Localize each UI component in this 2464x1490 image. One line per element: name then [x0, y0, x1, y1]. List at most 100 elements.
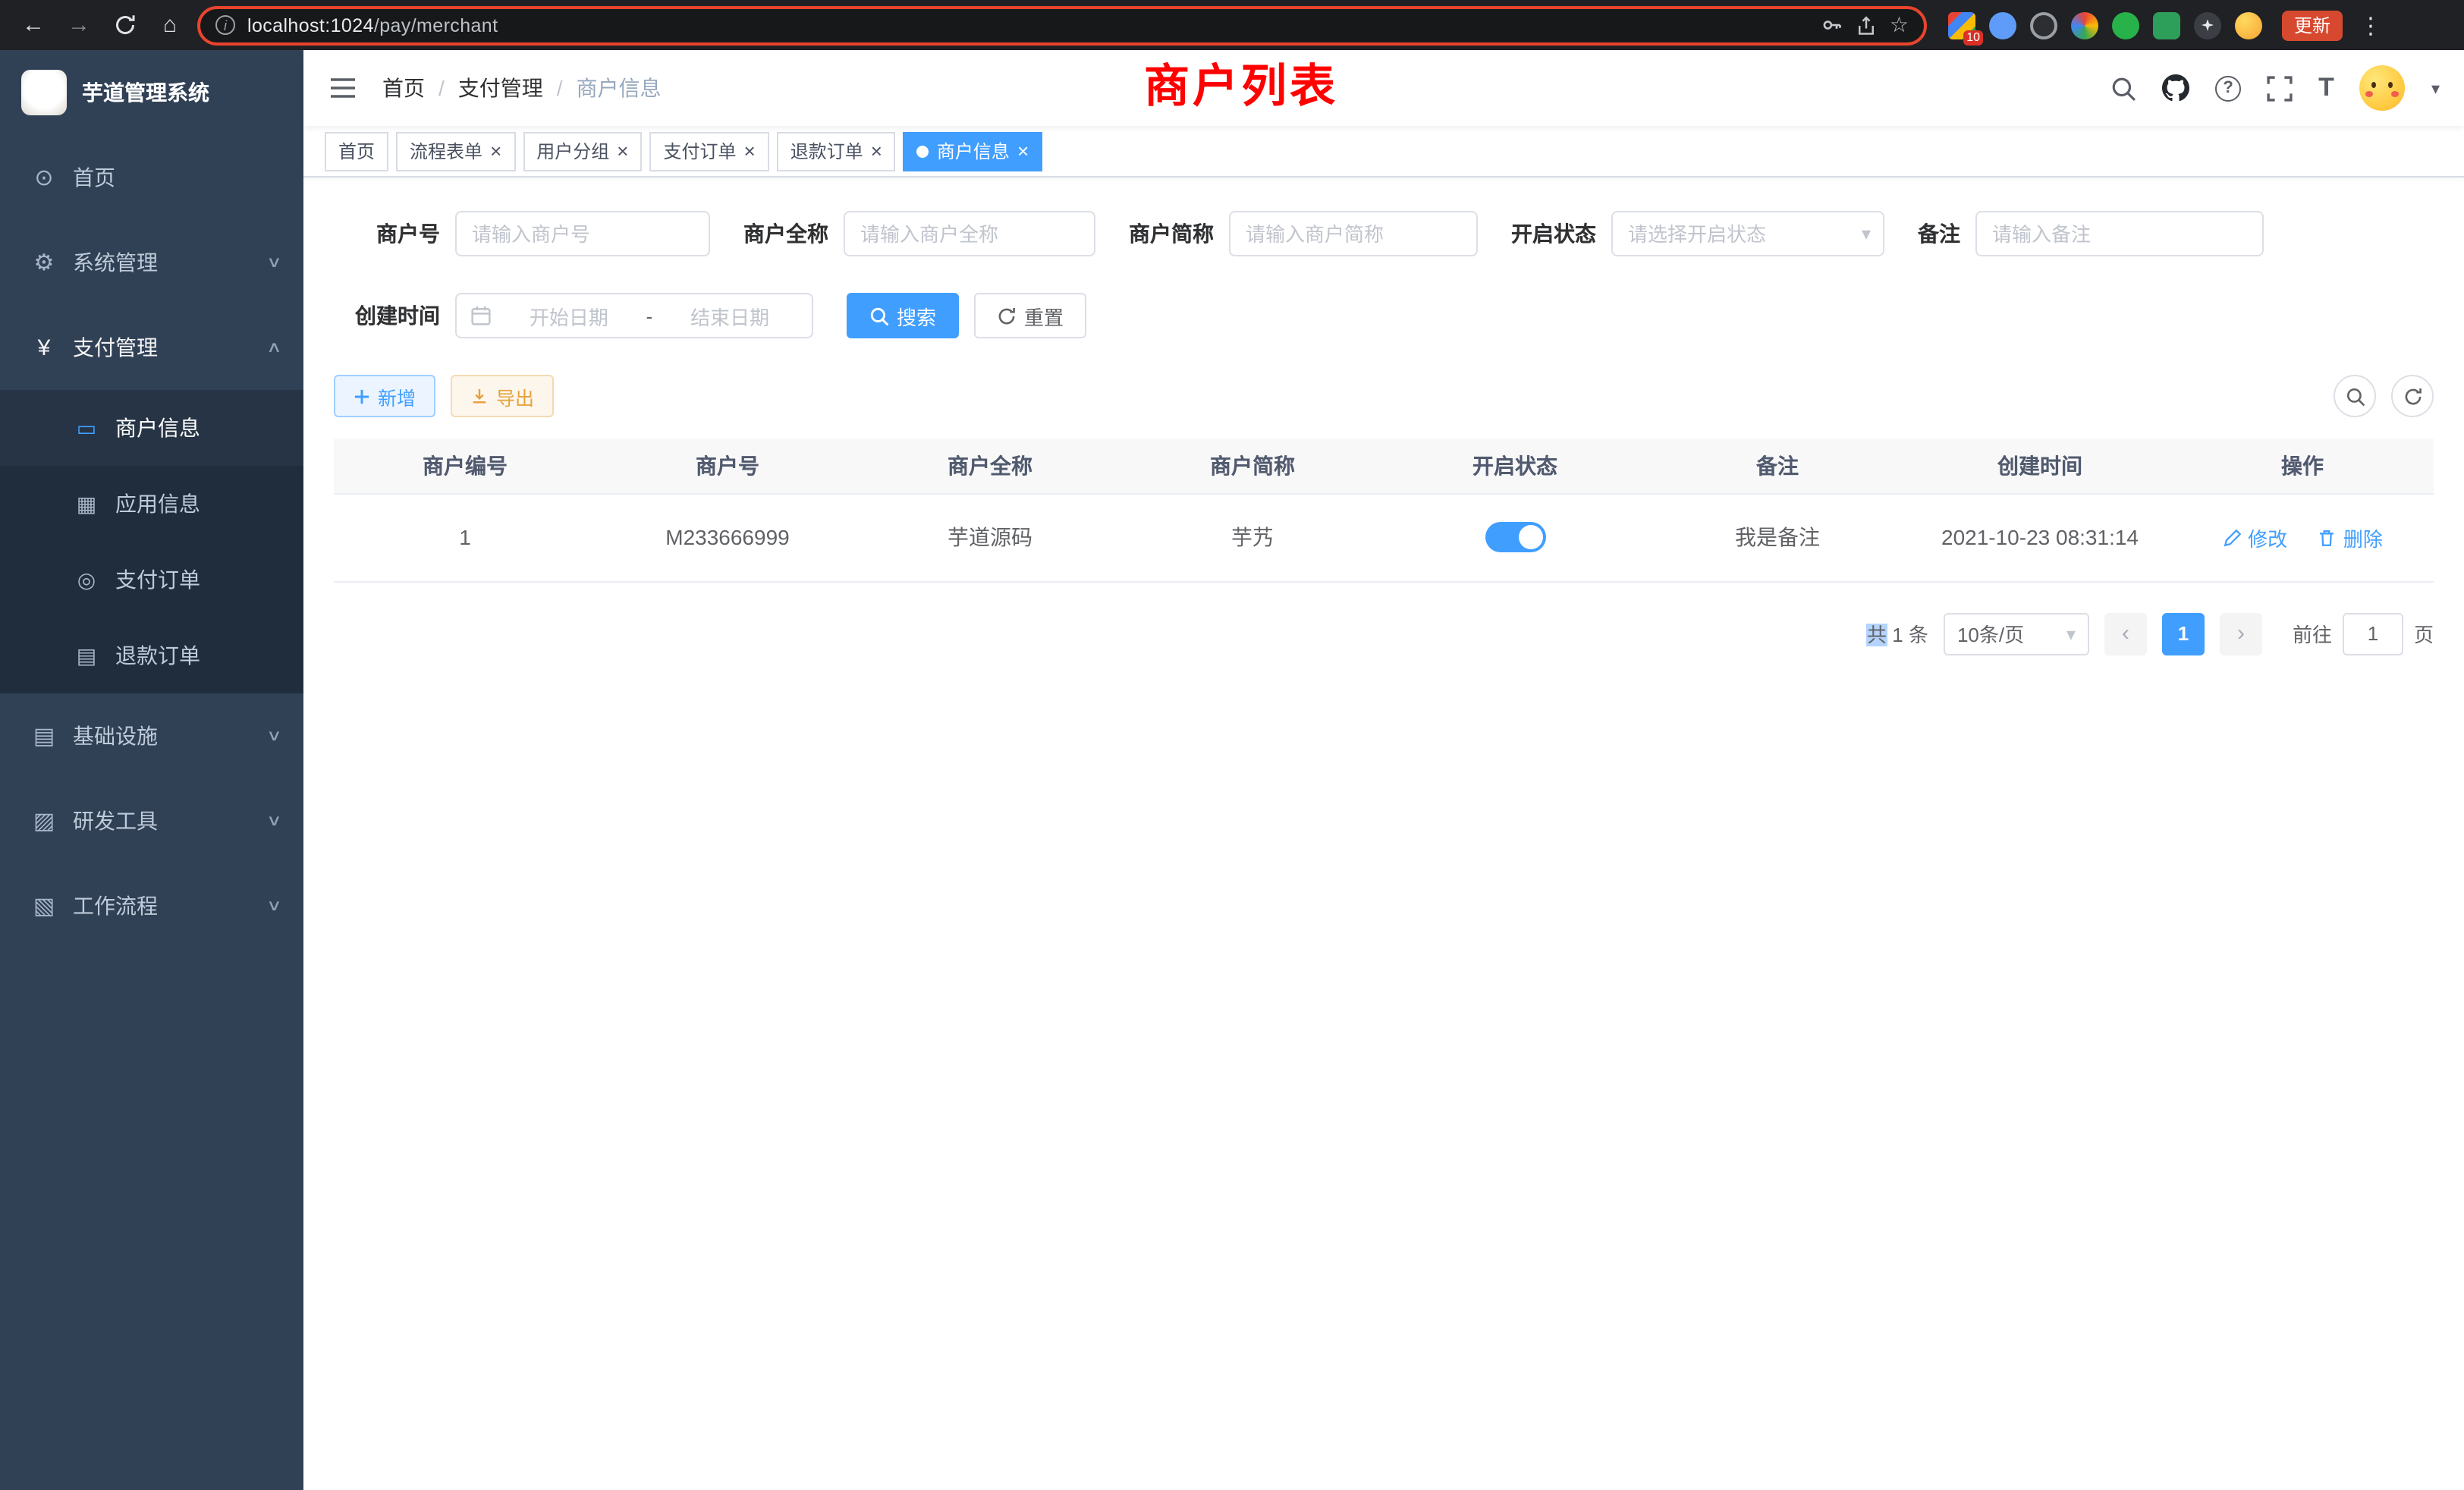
top-navbar: 首页 / 支付管理 / 商户信息 商户列表 ? [303, 50, 2464, 126]
sidebar-item-system[interactable]: ⚙ 系统管理 ∨ [0, 220, 303, 305]
browser-toolbar: ← → ⌂ i localhost:1024/pay/merchant ☆ 10 [0, 0, 2464, 50]
gear-icon: ⚙ [30, 249, 58, 276]
browser-home-icon[interactable]: ⌂ [152, 7, 188, 43]
tab-home[interactable]: 首页 [325, 131, 388, 171]
table-row: 1 M233666999 芋道源码 芋艿 我是备注 2021-10-23 08:… [334, 493, 2434, 581]
close-icon[interactable]: × [617, 141, 628, 161]
close-icon[interactable]: × [744, 141, 756, 161]
tab-user-group[interactable]: 用户分组 × [523, 131, 642, 171]
browser-menu-icon[interactable]: ⋮ [2359, 11, 2382, 39]
page-size-select[interactable]: 10条/页 ▾ [1944, 612, 2089, 655]
sidebar-item-pay-order[interactable]: ◎ 支付订单 [0, 542, 303, 618]
cell-merchant-id: 1 [334, 493, 596, 581]
sidebar-item-refund-order[interactable]: ▤ 退款订单 [0, 618, 303, 693]
browser-profile-avatar[interactable] [2235, 11, 2262, 39]
refresh-icon[interactable] [2391, 375, 2434, 417]
sidebar-item-app-info[interactable]: ▦ 应用信息 [0, 466, 303, 542]
sidebar-item-home[interactable]: ⊙ 首页 [0, 135, 303, 220]
extension-ring-icon[interactable] [2030, 11, 2057, 39]
extension-grid-icon[interactable]: 10 [1948, 11, 1975, 39]
field-label: 开启状态 [1511, 218, 1596, 249]
delete-button[interactable]: 删除 [2318, 523, 2383, 552]
tab-label: 首页 [338, 138, 375, 164]
app-logo[interactable]: 芋道管理系统 [0, 50, 303, 135]
sidebar-item-label: 工作流程 [73, 891, 158, 921]
dashboard-icon: ⊙ [30, 164, 58, 191]
search-button-label: 搜索 [897, 301, 936, 330]
sidebar-item-dev-tools[interactable]: ▨ 研发工具 ∨ [0, 778, 303, 863]
help-icon[interactable]: ? [2215, 75, 2241, 101]
extension-badge: 10 [1963, 30, 1983, 45]
password-key-icon[interactable] [1821, 14, 1844, 36]
col-remark: 备注 [1646, 439, 1909, 493]
table-header-row: 商户编号 商户号 商户全称 商户简称 开启状态 备注 创建时间 操作 [334, 439, 2434, 493]
goto-page-input[interactable] [2343, 612, 2403, 655]
browser-forward-icon[interactable]: → [61, 7, 97, 43]
breadcrumb-payment[interactable]: 支付管理 [458, 73, 543, 103]
page-content: 商户号 商户全称 商户简称 开启状态 [303, 178, 2464, 1490]
browser-reload-icon[interactable] [106, 7, 143, 43]
toggle-search-icon[interactable] [2334, 375, 2376, 417]
address-bar[interactable]: i localhost:1024/pay/merchant ☆ [197, 5, 1927, 45]
cell-merchant-no: M233666999 [596, 493, 859, 581]
edit-button[interactable]: 修改 [2222, 523, 2287, 552]
extensions-area: 10 更新 ⋮ [1948, 10, 2382, 40]
status-select-input[interactable] [1611, 211, 1884, 256]
avatar-caret-icon[interactable]: ▾ [2431, 78, 2440, 98]
extension-pinwheel-icon[interactable] [2194, 11, 2221, 39]
add-button[interactable]: 新增 [334, 375, 435, 417]
merchant-no-input[interactable] [455, 211, 710, 256]
grid-icon: ▦ [73, 491, 100, 517]
extension-green-circle-icon[interactable] [2112, 11, 2139, 39]
font-size-icon[interactable]: T [2318, 73, 2334, 103]
extension-green-book-icon[interactable] [2153, 11, 2180, 39]
status-select[interactable]: ▾ [1611, 211, 1884, 256]
sidebar-item-label: 商户信息 [115, 413, 200, 443]
tab-merchant-info[interactable]: 商户信息 × [904, 131, 1042, 171]
next-page-button[interactable]: › [2220, 612, 2262, 655]
tab-label: 用户分组 [536, 138, 609, 164]
workflow-icon: ▧ [30, 892, 58, 919]
search-icon[interactable] [2110, 75, 2136, 101]
merchant-fullname-input[interactable] [844, 211, 1095, 256]
close-icon[interactable]: × [490, 141, 501, 161]
site-info-icon[interactable]: i [215, 15, 235, 35]
search-form-row-2: 创建时间 开始日期 - 结束日期 搜索 [334, 293, 2434, 338]
tab-pay-order[interactable]: 支付订单 × [649, 131, 768, 171]
edit-button-label: 修改 [2248, 523, 2287, 552]
browser-update-button[interactable]: 更新 [2282, 10, 2343, 40]
field-merchant-fullname: 商户全称 [743, 211, 1095, 256]
page-1-button[interactable]: 1 [2162, 612, 2205, 655]
fullscreen-icon[interactable] [2267, 75, 2293, 101]
browser-back-icon[interactable]: ← [15, 7, 52, 43]
tab-label: 退款订单 [790, 138, 863, 164]
status-toggle[interactable] [1485, 522, 1545, 552]
sidebar-item-payment[interactable]: ¥ 支付管理 ∧ [0, 305, 303, 390]
sidebar-item-workflow[interactable]: ▧ 工作流程 ∨ [0, 863, 303, 948]
reset-button[interactable]: 重置 [974, 293, 1086, 338]
prev-page-button[interactable]: ‹ [2104, 612, 2147, 655]
extension-blue-icon[interactable] [1989, 11, 2016, 39]
tab-refund-order[interactable]: 退款订单 × [777, 131, 896, 171]
user-avatar[interactable] [2360, 65, 2406, 111]
sidebar-item-merchant-info[interactable]: ▭ 商户信息 [0, 390, 303, 466]
github-icon[interactable] [2162, 74, 2189, 102]
page-size-value: 10条/页 [1957, 619, 2024, 648]
date-range-picker[interactable]: 开始日期 - 结束日期 [455, 293, 813, 338]
remark-input[interactable] [1975, 211, 2264, 256]
chevron-down-icon: ∨ [266, 897, 281, 914]
tab-process-form[interactable]: 流程表单 × [396, 131, 515, 171]
share-icon[interactable] [1856, 14, 1878, 36]
close-icon[interactable]: × [1017, 141, 1029, 161]
col-merchant-id: 商户编号 [334, 439, 596, 493]
hamburger-icon[interactable] [328, 73, 358, 103]
sidebar-item-label: 基础设施 [73, 721, 158, 751]
merchant-shortname-input[interactable] [1229, 211, 1478, 256]
bookmark-star-icon[interactable]: ☆ [1890, 12, 1909, 38]
close-icon[interactable]: × [871, 141, 882, 161]
sidebar-item-infrastructure[interactable]: ▤ 基础设施 ∨ [0, 693, 303, 778]
extension-avatar-icon[interactable] [2071, 11, 2098, 39]
breadcrumb-home[interactable]: 首页 [382, 73, 425, 103]
export-button[interactable]: 导出 [451, 375, 554, 417]
search-button[interactable]: 搜索 [847, 293, 959, 338]
